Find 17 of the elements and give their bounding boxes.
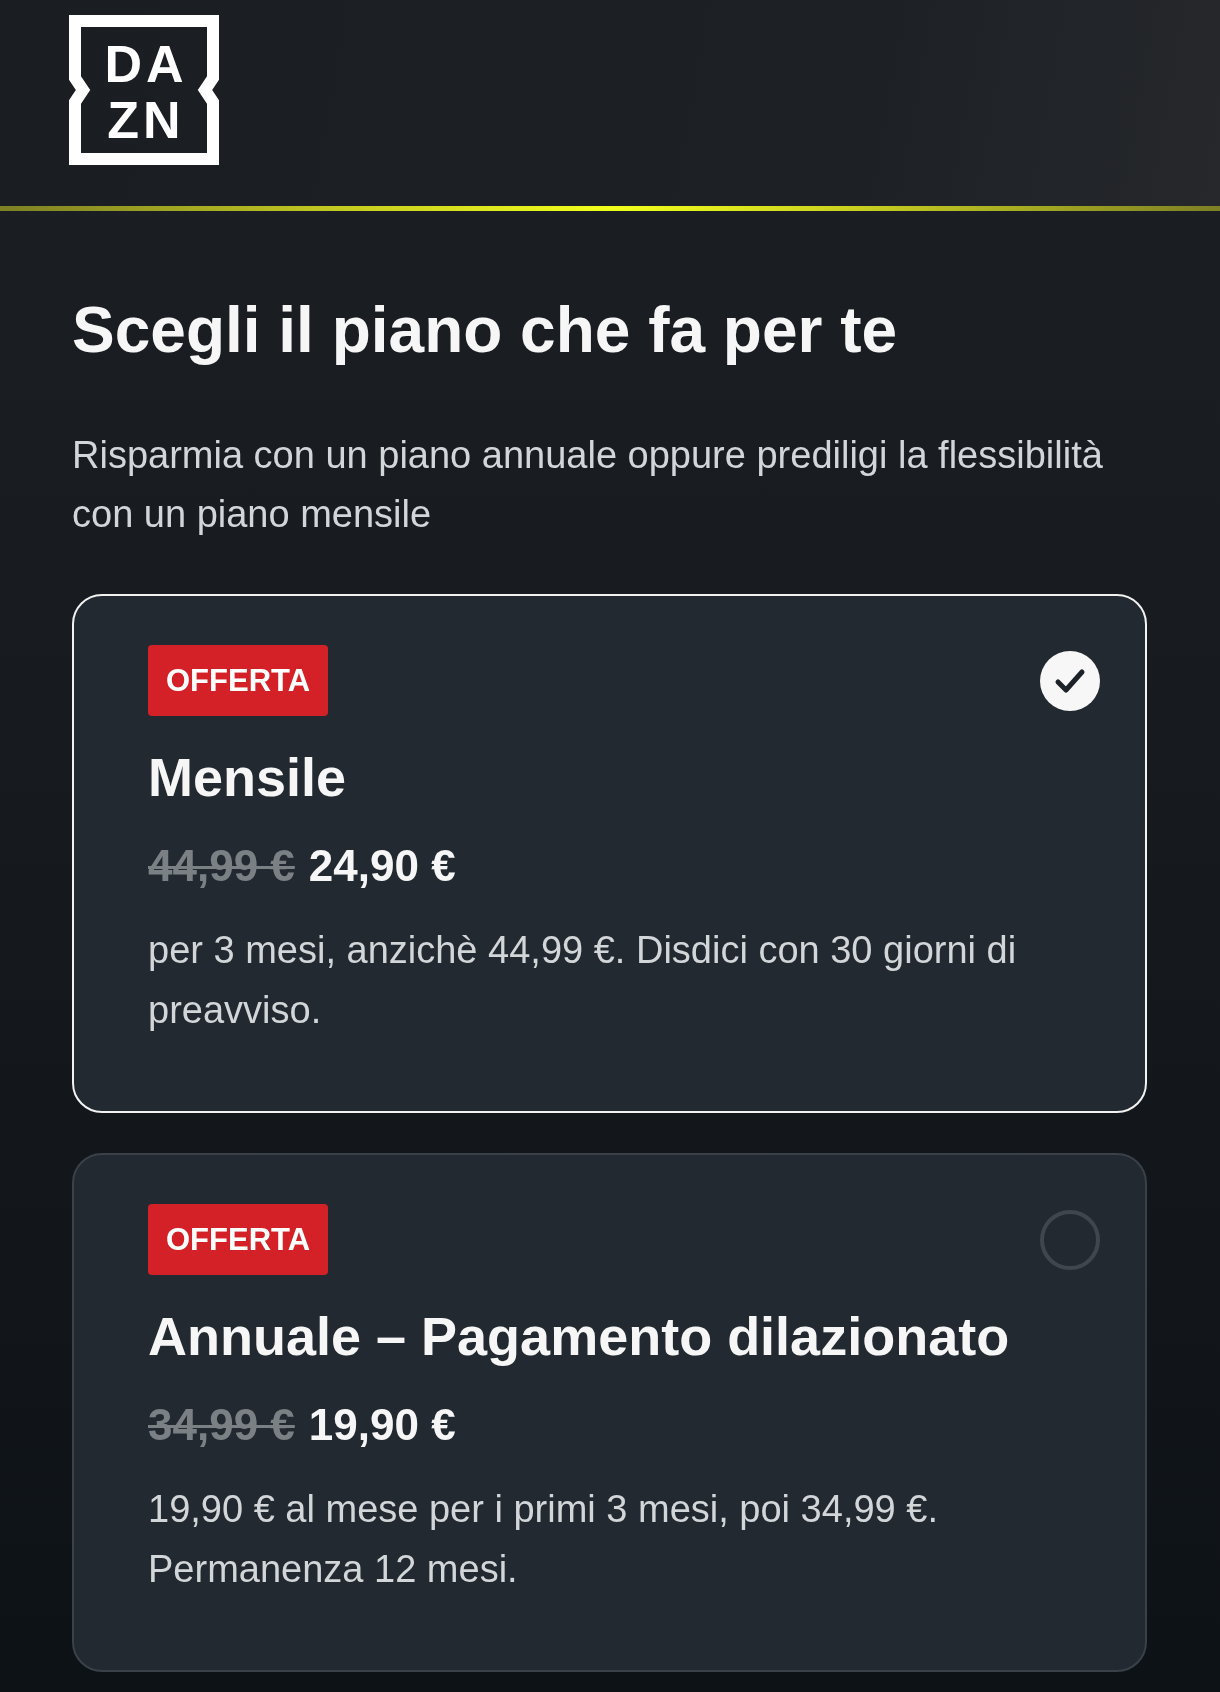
price: 24,90 € xyxy=(308,840,456,892)
plan-name: Mensile xyxy=(148,746,348,809)
checked-radio-icon[interactable] xyxy=(1040,651,1100,711)
logo: DA ZN xyxy=(69,15,219,165)
offer-badge: OFFERTA xyxy=(148,1204,329,1275)
plan-description: per 3 mesi, anzichè 44,99 €. Disdici con 30 giorni di preavviso. xyxy=(148,928,1018,1033)
old-price: 44,99 € xyxy=(148,840,295,892)
page-subtitle: Risparmia con un piano annuale oppure prediligi la flessibilità con un piano mensile xyxy=(72,433,1104,537)
offer-badge: OFFERTA xyxy=(148,645,329,716)
old-price: 34,99 € xyxy=(148,1399,295,1451)
plan-description: 19,90 € al mese per i primi 3 mesi, poi 34,99 €. Permanenza 12 mesi. xyxy=(148,1487,939,1592)
plan-card[interactable]: OFFERTA Mensile 44,99 € 24,90 € per 3 mesi, anzichè 44,99 €. Disdici con 30 giorni di preavviso. xyxy=(72,594,1147,1113)
price: 19,90 € xyxy=(308,1399,456,1451)
radio-icon[interactable] xyxy=(1040,1210,1100,1270)
plan-name: Annuale – Pagamento dilazionato xyxy=(148,1305,1011,1368)
plan-card[interactable]: OFFERTA Annuale – Pagamento dilazionato 34,99 € 19,90 € 19,90 € al mese per i primi 3 mesi, poi 34,99 €. Permanenza 12 mesi. xyxy=(72,1153,1147,1672)
page-title: Scegli il piano che fa per te xyxy=(72,293,899,368)
